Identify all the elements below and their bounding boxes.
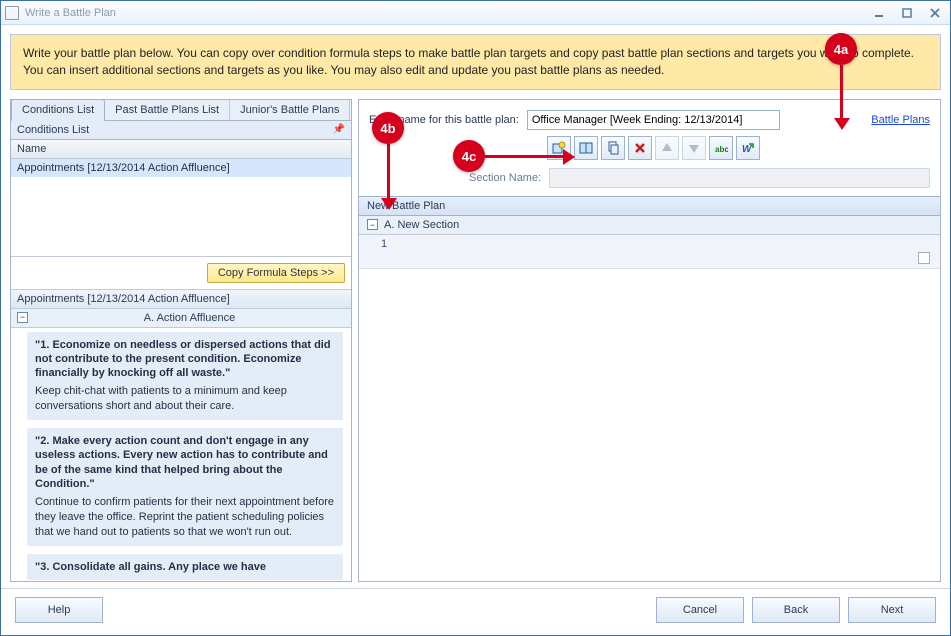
section-name-label: Section Name:	[469, 172, 541, 184]
pin-icon[interactable]: 📌	[333, 124, 345, 135]
footer: Help Cancel Back Next	[1, 588, 950, 635]
minimize-button[interactable]	[868, 5, 890, 21]
copy-formula-steps-button[interactable]: Copy Formula Steps >>	[207, 263, 345, 283]
callout-4b: 4b	[372, 112, 404, 144]
footer-spacer	[111, 597, 648, 623]
delete-icon[interactable]	[628, 136, 652, 160]
svg-text:abc: abc	[715, 145, 728, 154]
copy-icon[interactable]	[601, 136, 625, 160]
list-column-header: Name	[11, 140, 351, 159]
step-title: "3. Consolidate all gains. Any place we …	[35, 560, 335, 574]
step-title: "1. Economize on needless or dispersed a…	[35, 338, 335, 381]
system-buttons	[868, 5, 946, 21]
target-number: 1	[381, 238, 387, 250]
document-icon	[5, 6, 19, 20]
battle-plan-section-label: A. New Section	[384, 219, 459, 231]
cancel-button[interactable]: Cancel	[656, 597, 744, 623]
callout-4c: 4c	[453, 140, 485, 172]
maximize-button[interactable]	[896, 5, 918, 21]
callout-4a: 4a	[825, 33, 857, 65]
callout-4a-arrow	[834, 118, 850, 130]
battle-plan-target-row[interactable]: 1	[359, 235, 940, 269]
formula-step[interactable]: "2. Make every action count and don't en…	[27, 428, 343, 546]
battle-plan-section[interactable]: − A. New Section	[359, 216, 940, 235]
tab-conditions-list[interactable]: Conditions List	[11, 99, 105, 121]
tab-juniors-battle-plans[interactable]: Junior's Battle Plans	[230, 100, 350, 120]
callout-4c-line	[485, 155, 565, 158]
svg-text:W: W	[742, 144, 753, 155]
back-button[interactable]: Back	[752, 597, 840, 623]
selected-condition-header: Appointments [12/13/2014 Action Affluenc…	[11, 290, 351, 309]
rename-icon[interactable]: abc	[709, 136, 733, 160]
write-battle-plan-window: Write a Battle Plan Write your battle pl…	[0, 0, 951, 636]
battle-plan-body[interactable]	[359, 269, 940, 581]
copy-bar: Copy Formula Steps >>	[11, 257, 351, 290]
next-button[interactable]: Next	[848, 597, 936, 623]
window-title: Write a Battle Plan	[25, 7, 116, 19]
instruction-banner: Write your battle plan below. You can co…	[10, 34, 941, 90]
move-down-icon[interactable]	[682, 136, 706, 160]
tab-past-battle-plans[interactable]: Past Battle Plans List	[105, 100, 230, 120]
body-area: Conditions List Past Battle Plans List J…	[10, 99, 941, 582]
move-up-icon[interactable]	[655, 136, 679, 160]
conditions-list-title: Conditions List	[17, 124, 89, 136]
battle-plan-name-row: Enter name for this battle plan: Battle …	[359, 100, 940, 136]
battle-plan-header: New Battle Plan	[359, 196, 940, 216]
battle-plans-link[interactable]: Battle Plans	[871, 114, 930, 126]
conditions-list-header: Conditions List 📌	[11, 121, 351, 140]
step-desc: Keep chit-chat with patients to a minimu…	[35, 384, 335, 414]
target-checkbox[interactable]	[918, 252, 930, 264]
left-column: Conditions List Past Battle Plans List J…	[10, 99, 352, 582]
tree-node-label: A. Action Affluence	[34, 312, 345, 324]
new-target-icon[interactable]	[574, 136, 598, 160]
formula-step[interactable]: "1. Economize on needless or dispersed a…	[27, 332, 343, 421]
section-name-row: Section Name:	[359, 168, 940, 196]
callout-4b-arrow	[381, 198, 397, 210]
tree-node-action-affluence[interactable]: − A. Action Affluence	[11, 309, 351, 328]
step-title: "2. Make every action count and don't en…	[35, 434, 335, 491]
list-item[interactable]: Appointments [12/13/2014 Action Affluenc…	[11, 159, 351, 177]
formula-steps-panel[interactable]: "1. Economize on needless or dispersed a…	[11, 328, 351, 581]
battle-plan-name-input[interactable]	[527, 110, 780, 130]
conditions-list-body[interactable]: Appointments [12/13/2014 Action Affluenc…	[11, 159, 351, 257]
callout-4c-arrow	[563, 149, 575, 165]
titlebar: Write a Battle Plan	[1, 1, 950, 25]
callout-4b-line	[387, 144, 390, 200]
collapse-icon[interactable]: −	[367, 219, 378, 230]
left-tabs: Conditions List Past Battle Plans List J…	[11, 100, 351, 121]
battle-plan-toolbar: abc W	[537, 136, 940, 168]
section-name-input[interactable]	[549, 168, 930, 188]
close-button[interactable]	[924, 5, 946, 21]
formula-step[interactable]: "3. Consolidate all gains. Any place we …	[27, 554, 343, 580]
step-desc: Continue to confirm patients for their n…	[35, 495, 335, 540]
collapse-icon[interactable]: −	[17, 312, 28, 323]
right-column: Enter name for this battle plan: Battle …	[358, 99, 941, 582]
export-icon[interactable]: W	[736, 136, 760, 160]
callout-4a-line	[840, 65, 843, 120]
help-button[interactable]: Help	[15, 597, 103, 623]
